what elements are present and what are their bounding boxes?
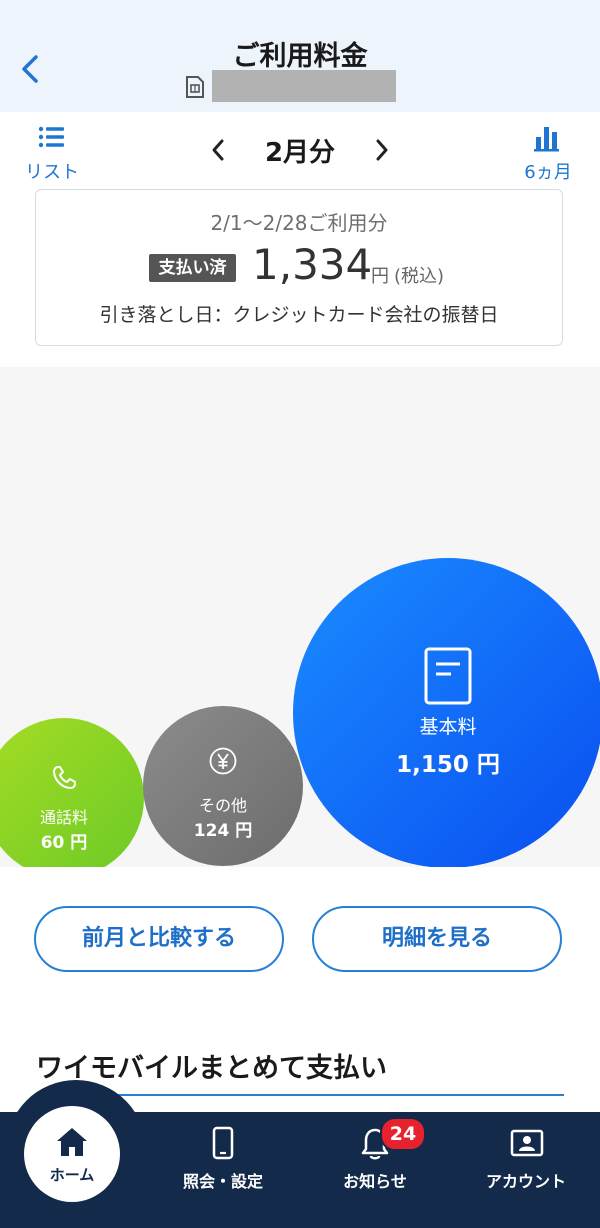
total-amount: 1,334 [252, 240, 373, 289]
nav-settings-label: 照会・設定 [182, 1172, 263, 1191]
other-charges-label: その他 [198, 796, 247, 815]
nav-account[interactable]: アカウント [470, 1124, 582, 1194]
call-charges-value: 60 円 [40, 833, 88, 853]
billing-period: 2/1〜2/28ご利用分 [210, 211, 388, 235]
list-view-label: リスト [25, 162, 79, 183]
six-month-button[interactable]: 6ヵ月 [514, 124, 582, 184]
compare-previous-month-button[interactable]: 前月と比較する [34, 906, 284, 972]
charge-breakdown-chart: 通話料 60 円 その他 124 円 基本料 1,150 円 [0, 367, 600, 867]
smartphone-icon [212, 1126, 234, 1160]
bubble-basic-charges[interactable]: 基本料 1,150 円 [293, 558, 600, 867]
basic-charges-value: 1,150 円 [396, 752, 500, 778]
nav-account-label: アカウント [485, 1172, 566, 1191]
prev-month-button[interactable] [206, 135, 232, 165]
basic-charges-label: 基本料 [419, 716, 477, 738]
nav-settings[interactable]: 照会・設定 [165, 1124, 281, 1194]
current-month: 2月分 [264, 138, 336, 168]
account-card-icon [510, 1129, 544, 1157]
notification-count-badge: 24 [380, 1117, 426, 1151]
tax-note: (税込) [394, 266, 445, 287]
nav-home-label: ホーム [49, 1166, 95, 1184]
chevron-left-icon [212, 139, 224, 161]
six-month-label: 6ヵ月 [524, 162, 572, 183]
chevron-right-icon [376, 139, 388, 161]
next-month-button[interactable] [368, 135, 394, 165]
other-charges-value: 124 円 [193, 821, 253, 841]
nav-home[interactable]: ホーム [24, 1106, 120, 1202]
section-title: ワイモバイルまとめて支払い [36, 1053, 387, 1084]
bubble-call-charges[interactable]: 通話料 60 円 [0, 718, 144, 867]
bubble-other-charges[interactable]: その他 124 円 [143, 706, 303, 866]
call-charges-label: 通話料 [39, 808, 88, 827]
page-title: ご利用料金 [232, 41, 368, 72]
view-details-button[interactable]: 明細を見る [312, 906, 562, 972]
debit-date: 引き落とし日：クレジットカード会社の振替日 [99, 304, 499, 326]
status-badge: 支払い済 [149, 254, 236, 282]
bill-summary-card: 2/1〜2/28ご利用分 支払い済 1,334 円 (税込) 引き落とし日：クレ… [35, 189, 563, 346]
yen-icon [209, 747, 237, 775]
list-view-button[interactable]: リスト [20, 124, 84, 184]
bar-chart-icon [534, 127, 559, 152]
currency-unit: 円 [371, 266, 389, 287]
phone-number-masked [212, 70, 396, 102]
home-icon [57, 1128, 87, 1156]
sim-card-icon [184, 75, 206, 99]
list-icon [38, 126, 64, 148]
phone-icon [53, 766, 76, 789]
nav-notifications-label: お知らせ [343, 1172, 407, 1191]
document-icon [424, 647, 472, 705]
